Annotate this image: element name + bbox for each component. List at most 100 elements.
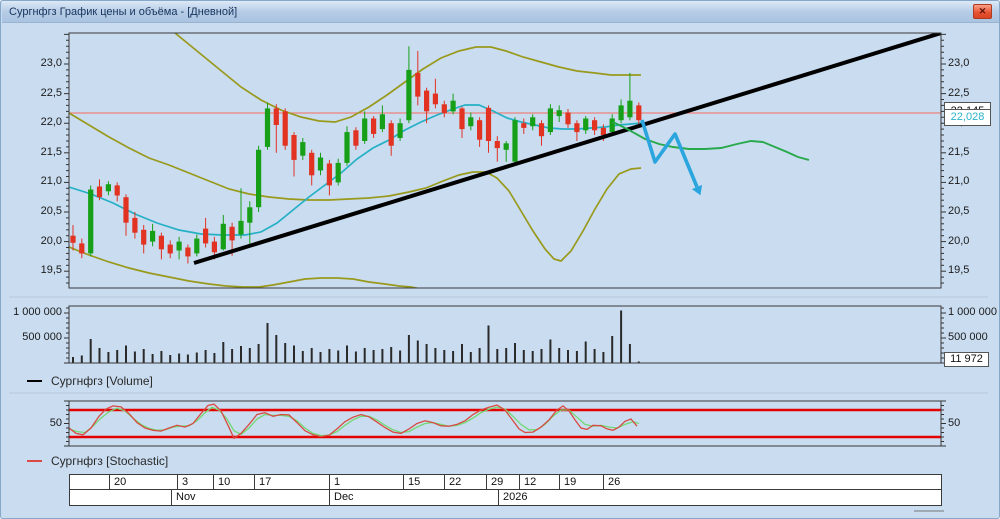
volume-axis-label-right: 500 000 bbox=[948, 331, 988, 343]
close-button[interactable]: ✕ bbox=[973, 4, 992, 19]
volume-bar bbox=[142, 349, 145, 363]
price-panel[interactable] bbox=[69, 33, 941, 289]
candle-body bbox=[203, 228, 209, 244]
candle-body bbox=[317, 157, 324, 171]
title-bar[interactable]: Сургнфгз График цены и объёма - [Дневной… bbox=[2, 1, 999, 23]
volume-bar bbox=[540, 349, 543, 363]
candle-body bbox=[247, 207, 253, 223]
date-cell-day bbox=[70, 475, 110, 489]
stochastic-legend-dash-icon bbox=[27, 460, 42, 462]
candle-body bbox=[105, 184, 111, 192]
volume-bar bbox=[195, 352, 198, 363]
candle-body bbox=[477, 120, 483, 140]
volume-bar bbox=[319, 352, 322, 363]
volume-bar bbox=[169, 355, 172, 363]
volume-bar bbox=[275, 335, 278, 363]
chart-window: Сургнфгз График цены и объёма - [Дневной… bbox=[0, 0, 1000, 519]
candle-body bbox=[88, 189, 94, 254]
volume-panel[interactable] bbox=[72, 310, 640, 364]
stochastic-panel[interactable] bbox=[68, 403, 941, 440]
volume-bar bbox=[620, 310, 623, 363]
candle-body bbox=[371, 118, 377, 134]
date-axis-days[interactable]: 20 3 10 17 1 15 22 29 12 19 26 bbox=[69, 474, 942, 490]
stochastic-axis-label-right: 50 bbox=[948, 416, 961, 429]
volume-bar bbox=[425, 344, 428, 363]
volume-legend-dash-icon bbox=[27, 380, 42, 382]
candle-body bbox=[114, 185, 120, 196]
close-icon: ✕ bbox=[978, 6, 987, 16]
candle-body bbox=[96, 186, 103, 198]
resize-grip[interactable] bbox=[914, 510, 944, 512]
stochastic-k-line bbox=[68, 403, 638, 440]
volume-bar bbox=[116, 350, 119, 363]
candle-body bbox=[627, 100, 633, 118]
candle-body bbox=[494, 141, 500, 149]
volume-bar bbox=[558, 348, 561, 363]
price-axis-label-left: 22,5 bbox=[40, 86, 62, 99]
date-cell-day: 19 bbox=[560, 475, 604, 489]
volume-bar bbox=[469, 352, 472, 363]
candle-body bbox=[556, 110, 562, 117]
volume-bar bbox=[178, 353, 181, 363]
down-arrow-drawing[interactable] bbox=[640, 119, 699, 188]
volume-bar bbox=[434, 348, 437, 363]
candle-body bbox=[503, 143, 509, 150]
candle-body bbox=[291, 135, 297, 160]
candle-body bbox=[388, 123, 394, 146]
price-axis-label-left: 21,0 bbox=[40, 175, 62, 188]
date-cell-day: 12 bbox=[520, 475, 560, 489]
volume-bar bbox=[310, 348, 313, 363]
volume-bar bbox=[584, 341, 587, 363]
charts-canvas[interactable] bbox=[1, 1, 1000, 519]
candle-body bbox=[547, 108, 553, 133]
candle-body bbox=[618, 105, 624, 121]
date-axis-months[interactable]: Nov Dec 2026 bbox=[69, 489, 942, 506]
candle-body bbox=[432, 93, 438, 105]
stochastic-axis-label-left: 50 bbox=[49, 416, 62, 429]
date-cell-day: 17 bbox=[255, 475, 330, 489]
volume-bar bbox=[125, 345, 127, 363]
candle-body bbox=[229, 226, 235, 241]
volume-axis-label-left: 500 000 bbox=[22, 331, 62, 343]
volume-bar bbox=[363, 348, 366, 363]
volume-bar bbox=[611, 336, 614, 363]
bollinger-upper-band bbox=[174, 33, 641, 123]
candle-body bbox=[167, 244, 173, 254]
date-cell-day: 15 bbox=[404, 475, 445, 489]
price-axis-label-left: 21,5 bbox=[40, 145, 62, 158]
candle-body bbox=[406, 69, 412, 121]
candle-body bbox=[600, 127, 606, 135]
stochastic-panel-border bbox=[68, 400, 942, 447]
volume-bar bbox=[248, 348, 251, 363]
candle-body bbox=[397, 123, 403, 138]
volume-bar bbox=[461, 344, 463, 363]
stochastic-d-line bbox=[68, 406, 640, 437]
forecast-line bbox=[612, 121, 810, 161]
candle-body bbox=[636, 105, 642, 121]
date-cell-day: 26 bbox=[608, 476, 621, 488]
down-arrow-head bbox=[691, 184, 703, 196]
volume-legend-label: Сургнфгз [Volume] bbox=[51, 374, 153, 388]
volume-bar bbox=[452, 351, 455, 363]
price-axis-label-right: 21,0 bbox=[948, 175, 970, 188]
candle-body bbox=[468, 117, 474, 127]
volume-bar bbox=[107, 352, 110, 363]
trend-line-drawing[interactable] bbox=[193, 33, 941, 265]
volume-bar bbox=[213, 353, 216, 363]
volume-bar bbox=[602, 352, 605, 363]
price-panel-border bbox=[68, 32, 942, 289]
candle-body bbox=[379, 114, 385, 130]
volume-panel-border bbox=[68, 305, 942, 364]
volume-bar bbox=[80, 355, 83, 363]
candle-body bbox=[583, 118, 589, 131]
volume-bar bbox=[222, 342, 225, 363]
candle-body bbox=[194, 238, 200, 254]
candle-body bbox=[335, 162, 341, 183]
candle-body bbox=[450, 100, 456, 112]
candle-body bbox=[264, 108, 271, 147]
volume-bar bbox=[443, 350, 446, 363]
candle-body bbox=[256, 149, 262, 208]
volume-bar bbox=[567, 350, 569, 363]
price-axis-label-right: 20,5 bbox=[948, 205, 970, 217]
candle-body bbox=[574, 123, 580, 133]
